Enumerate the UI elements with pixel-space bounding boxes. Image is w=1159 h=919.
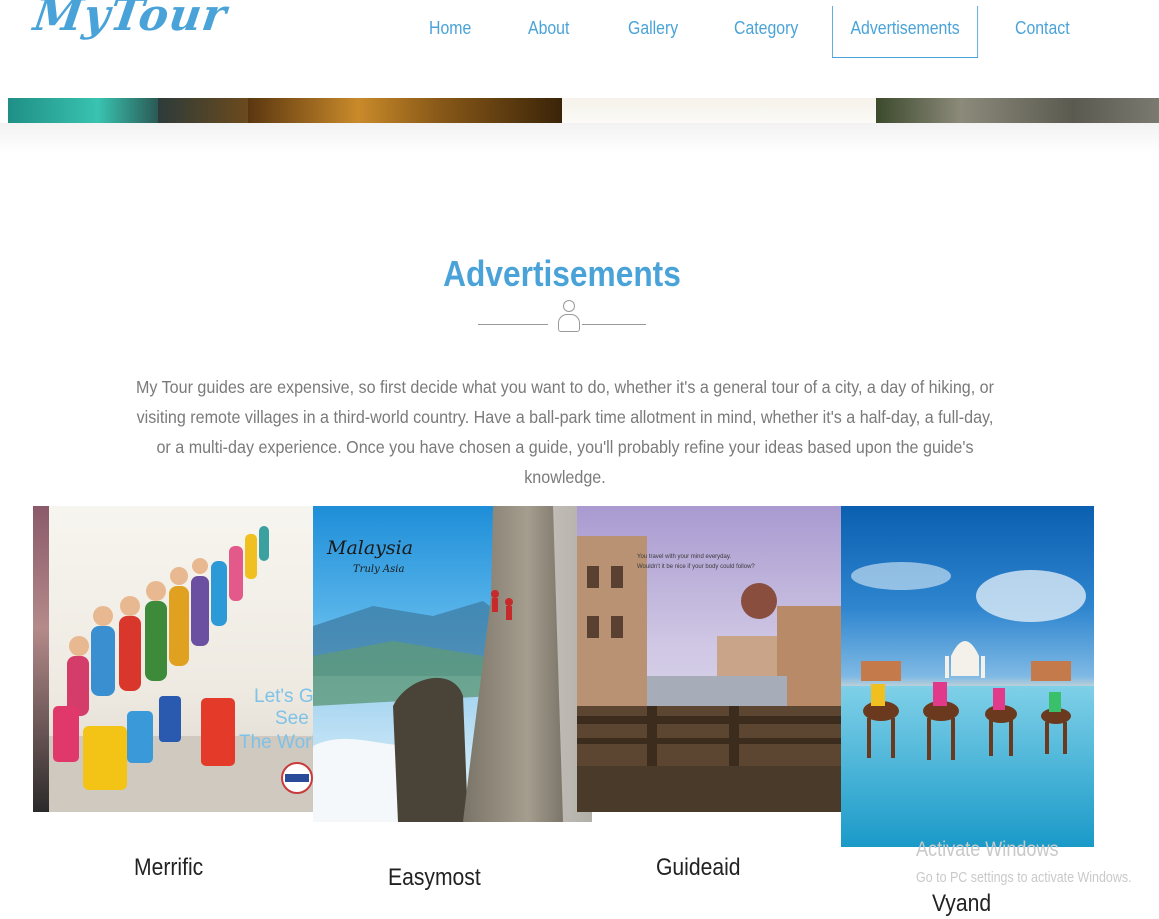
ad-image-easymost[interactable]: Malaysia Truly Asia bbox=[313, 506, 592, 822]
ad-text-merrific-2: See bbox=[275, 708, 309, 729]
windows-activation-watermark: Activate Windows Go to PC settings to ac… bbox=[916, 838, 1159, 886]
hero-banner-strip bbox=[8, 98, 1159, 123]
nav-home[interactable]: Home bbox=[429, 18, 471, 39]
nav-advertisements[interactable]: Advertisements bbox=[832, 6, 979, 58]
nav-contact[interactable]: Contact bbox=[1015, 18, 1070, 39]
ad-text-merrific-3: The World bbox=[239, 732, 313, 753]
section-title: Advertisements bbox=[443, 253, 681, 294]
nav-category[interactable]: Category bbox=[734, 18, 798, 39]
ad-text-easymost-1: Malaysia bbox=[326, 537, 413, 559]
watermark-line2: Go to PC settings to activate Windows. bbox=[916, 870, 1132, 886]
ad-image-merrific[interactable]: Let's Go See The World bbox=[49, 506, 313, 812]
ad-text-guideaid-1: You travel with your mind everyday. bbox=[637, 554, 731, 560]
ad-image-vyand[interactable] bbox=[841, 506, 1094, 847]
nav-about[interactable]: About bbox=[528, 18, 569, 39]
ad-image-guideaid[interactable]: You travel with your mind everyday. Woul… bbox=[577, 506, 841, 812]
ad-text-easymost-2: Truly Asia bbox=[353, 564, 404, 575]
ad-text-merrific-1: Let's Go bbox=[254, 686, 313, 707]
title-divider-right bbox=[582, 324, 646, 325]
title-divider-left bbox=[478, 324, 548, 325]
card-label-vyand[interactable]: Vyand bbox=[932, 890, 991, 918]
card-label-easymost[interactable]: Easymost bbox=[388, 864, 481, 892]
main-nav: Home About Gallery Category Advertisemen… bbox=[0, 0, 1159, 62]
watermark-line1: Activate Windows bbox=[916, 838, 1059, 861]
banner-fade bbox=[0, 123, 1159, 153]
card-label-guideaid[interactable]: Guideaid bbox=[656, 854, 741, 882]
card-label-merrific[interactable]: Merrific bbox=[134, 854, 203, 882]
nav-gallery[interactable]: Gallery bbox=[628, 18, 678, 39]
user-icon bbox=[558, 300, 580, 334]
ad-text-guideaid-2: Wouldn't it be nice if your body could f… bbox=[637, 564, 755, 570]
section-intro: My Tour guides are expensive, so first d… bbox=[135, 377, 995, 487]
